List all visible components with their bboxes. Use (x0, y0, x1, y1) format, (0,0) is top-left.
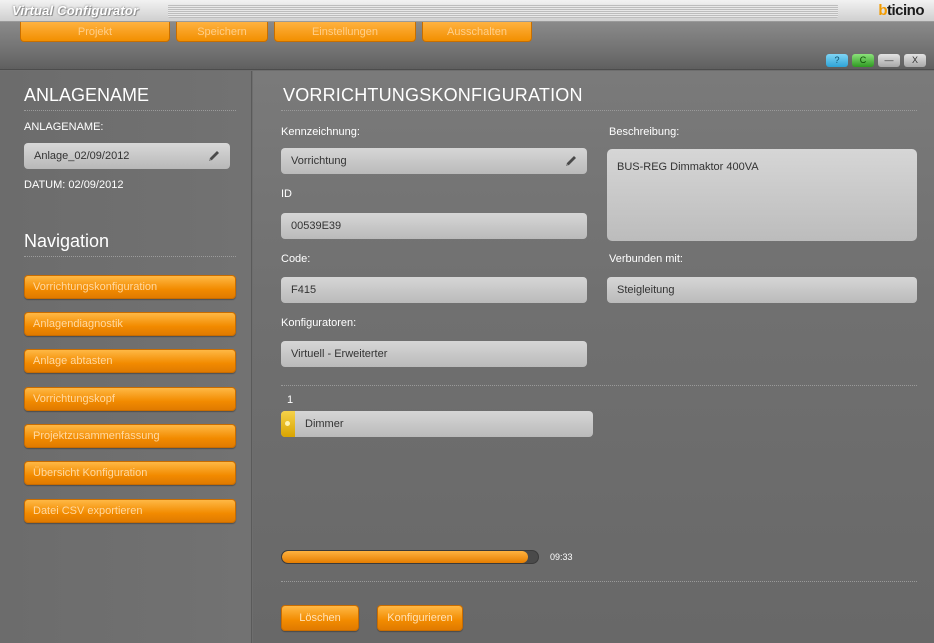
plant-name-label: ANLAGENAME: (24, 121, 104, 133)
channel-dimmer-row[interactable]: Dimmer (281, 411, 593, 437)
channel-status-indicator (281, 411, 295, 437)
pencil-icon[interactable] (563, 153, 579, 169)
configure-button[interactable]: Konfigurieren (377, 605, 463, 631)
nav-uebersicht-konfiguration[interactable]: Übersicht Konfiguration (24, 461, 236, 485)
divider (24, 256, 236, 257)
brand-logo: bticino (878, 2, 924, 19)
minimize-button[interactable]: — (878, 54, 900, 67)
kennzeichnung-value: Vorrichtung (291, 155, 347, 167)
nav-anlage-abtasten[interactable]: Anlage abtasten (24, 349, 236, 373)
divider (281, 385, 917, 386)
date-label: DATUM: 02/09/2012 (24, 179, 124, 191)
main-panel: VORRICHTUNGSKONFIGURATION Kennzeichnung:… (253, 71, 934, 643)
nav-anlagendiagnostik[interactable]: Anlagendiagnostik (24, 312, 236, 336)
plant-name-value: Anlage_02/09/2012 (34, 150, 130, 162)
code-label: Code: (281, 253, 311, 265)
app-title: Virtual Configurator (12, 3, 139, 18)
delete-button[interactable]: Löschen (281, 605, 359, 631)
progress-time: 09:33 (550, 552, 573, 562)
beschreibung-label: Beschreibung: (609, 126, 680, 138)
plant-name-field[interactable]: Anlage_02/09/2012 (24, 143, 230, 169)
divider (281, 110, 917, 111)
progress-bar (281, 550, 539, 564)
beschreibung-field: BUS-REG Dimmaktor 400VA (607, 149, 917, 241)
divider (24, 110, 236, 111)
channel-number: 1 (287, 394, 294, 406)
kennzeichnung-field[interactable]: Vorrichtung (281, 148, 587, 174)
id-field: 00539E39 (281, 213, 587, 239)
id-value: 00539E39 (291, 220, 342, 232)
menu-einstellungen[interactable]: Einstellungen (274, 22, 416, 42)
status-dot-icon (285, 421, 290, 426)
konfiguratoren-value: Virtuell - Erweiterter (291, 348, 388, 360)
close-button[interactable]: X (904, 54, 926, 67)
title-bar-drag-area[interactable] (168, 4, 838, 18)
nav-vorrichtungskonfiguration[interactable]: Vorrichtungskonfiguration (24, 275, 236, 299)
konfiguratoren-label: Konfiguratoren: (281, 317, 357, 329)
progress-fill (282, 551, 528, 563)
verbunden-value: Steigleitung (617, 284, 675, 296)
page-title: VORRICHTUNGSKONFIGURATION (283, 85, 583, 105)
connect-button[interactable]: C (852, 54, 874, 67)
window-controls: ? C — X (826, 54, 926, 67)
help-button[interactable]: ? (826, 54, 848, 67)
navigation-title: Navigation (24, 231, 110, 251)
beschreibung-value: BUS-REG Dimmaktor 400VA (617, 161, 759, 173)
menu-speichern[interactable]: Speichern (176, 22, 268, 42)
konfiguratoren-field: Virtuell - Erweiterter (281, 341, 587, 367)
menu-bar: Projekt Speichern Einstellungen Ausschal… (0, 22, 934, 70)
verbunden-label: Verbunden mit: (609, 253, 683, 265)
sidebar: ANLAGENAME ANLAGENAME: Anlage_02/09/2012… (0, 71, 252, 643)
title-bar: Virtual Configurator bticino (0, 0, 934, 22)
nav-datei-csv-exportieren[interactable]: Datei CSV exportieren (24, 499, 236, 523)
nav-vorrichtungskopf[interactable]: Vorrichtungskopf (24, 387, 236, 411)
sidebar-section-title: ANLAGENAME (24, 85, 150, 105)
menu-ausschalten[interactable]: Ausschalten (422, 22, 532, 42)
id-label: ID (281, 188, 292, 200)
nav-projektzusammenfassung[interactable]: Projektzusammenfassung (24, 424, 236, 448)
verbunden-field: Steigleitung (607, 277, 917, 303)
pencil-icon[interactable] (206, 148, 222, 164)
channel-name: Dimmer (305, 418, 344, 430)
kennzeichnung-label: Kennzeichnung: (281, 126, 360, 138)
menu-projekt[interactable]: Projekt (20, 22, 170, 42)
code-field: F415 (281, 277, 587, 303)
divider (281, 581, 917, 582)
code-value: F415 (291, 284, 317, 296)
